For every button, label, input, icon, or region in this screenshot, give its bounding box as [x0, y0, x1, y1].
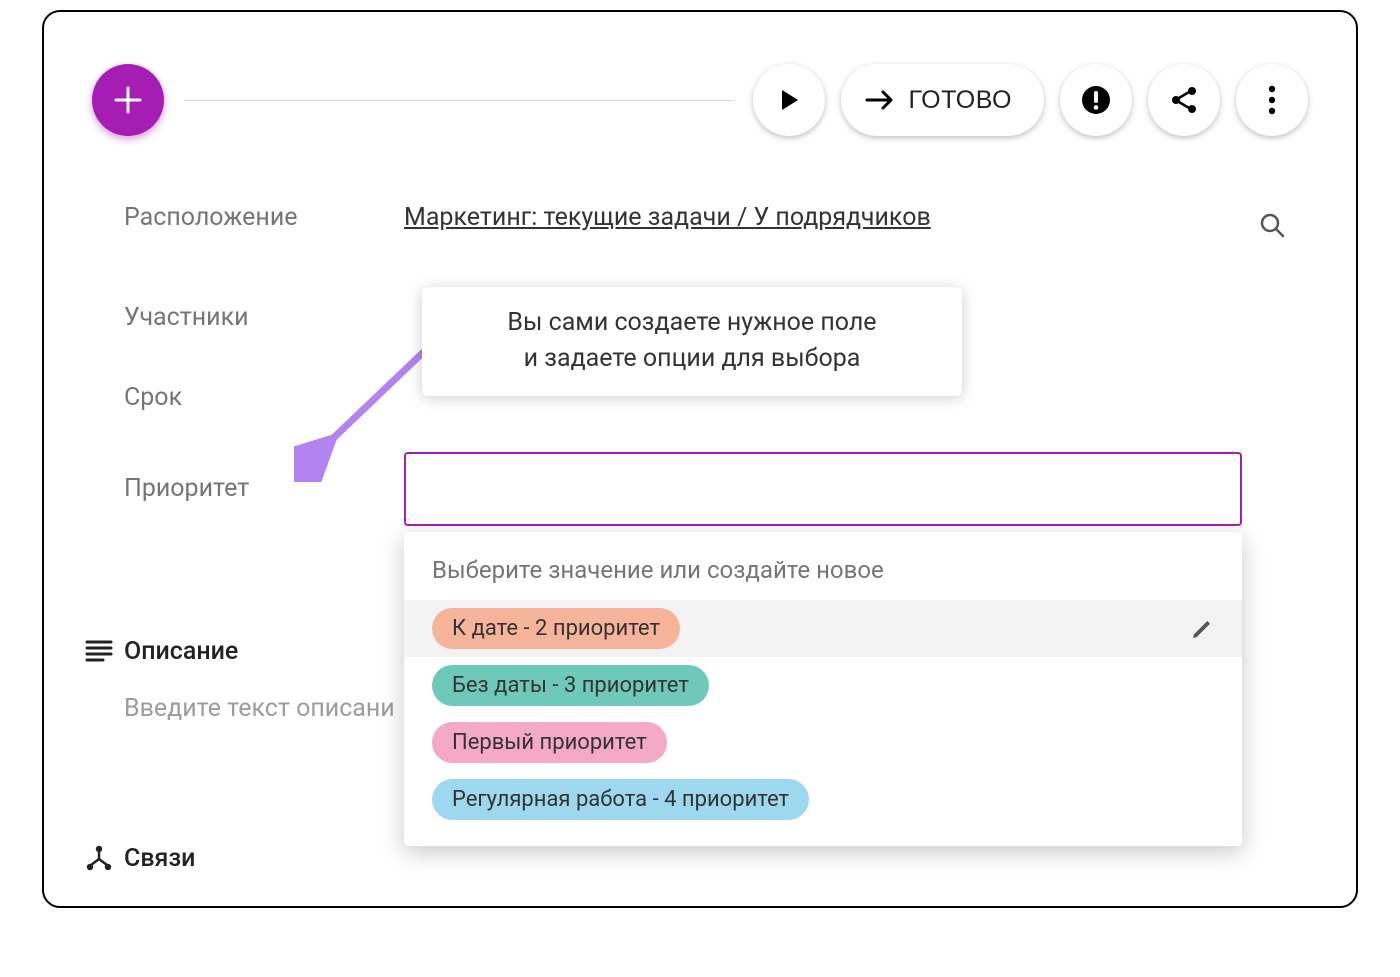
- participants-label: Участники: [124, 303, 404, 332]
- priority-label: Приоритет: [124, 452, 404, 503]
- annotation-tooltip: Вы сами создаете нужное поле и задаете о…: [422, 287, 962, 396]
- plus-icon: [113, 85, 143, 115]
- priority-input[interactable]: [404, 452, 1242, 526]
- deadline-label: Срок: [124, 383, 404, 412]
- dropdown-option[interactable]: Первый приоритет: [404, 714, 1242, 771]
- add-button[interactable]: [92, 64, 164, 136]
- task-card-frame: ГОТОВО Расположение Маркетинг: текущие з…: [42, 10, 1358, 908]
- alert-icon: [1080, 84, 1112, 116]
- dropdown-header: Выберите значение или создайте новое: [404, 546, 1242, 600]
- play-icon: [776, 87, 802, 113]
- relations-icon: [85, 844, 113, 872]
- priority-chip: Регулярная работа - 4 приоритет: [432, 779, 809, 820]
- location-breadcrumb[interactable]: Маркетинг: текущие задачи / У подрядчико…: [404, 203, 931, 232]
- row-priority: Приоритет Выберите значение или создайте…: [74, 452, 1326, 526]
- priority-chip: Без даты - 3 приоритет: [432, 665, 709, 706]
- share-button[interactable]: [1148, 64, 1220, 136]
- description-icon: [85, 639, 113, 663]
- edit-option-button[interactable]: [1190, 617, 1214, 641]
- play-button[interactable]: [753, 64, 825, 136]
- location-search-button[interactable]: [1258, 211, 1286, 239]
- description-label: Описание: [124, 637, 404, 666]
- more-vertical-icon: [1268, 85, 1276, 115]
- done-button[interactable]: ГОТОВО: [841, 64, 1044, 136]
- pencil-icon: [1190, 617, 1214, 641]
- dropdown-option[interactable]: К дате - 2 приоритет: [404, 600, 1242, 657]
- priority-chip: К дате - 2 приоритет: [432, 608, 680, 649]
- priority-chip: Первый приоритет: [432, 722, 667, 763]
- location-label: Расположение: [124, 203, 404, 232]
- annotation-line: Вы сами создаете нужное поле: [452, 305, 932, 341]
- toolbar: ГОТОВО: [84, 60, 1316, 140]
- priority-dropdown: Выберите значение или создайте новое К д…: [404, 532, 1242, 846]
- search-icon: [1258, 211, 1286, 239]
- relations-divider: [124, 907, 424, 908]
- relations-label: Связи: [124, 844, 404, 873]
- alert-button[interactable]: [1060, 64, 1132, 136]
- toolbar-divider: [184, 100, 733, 101]
- dropdown-option[interactable]: Регулярная работа - 4 приоритет: [404, 771, 1242, 828]
- dropdown-option[interactable]: Без даты - 3 приоритет: [404, 657, 1242, 714]
- row-location: Расположение Маркетинг: текущие задачи /…: [74, 182, 1326, 252]
- share-icon: [1169, 85, 1199, 115]
- arrow-right-icon: [865, 88, 895, 112]
- more-button[interactable]: [1236, 64, 1308, 136]
- done-button-label: ГОТОВО: [909, 86, 1012, 115]
- annotation-line: и задаете опции для выбора: [452, 341, 932, 377]
